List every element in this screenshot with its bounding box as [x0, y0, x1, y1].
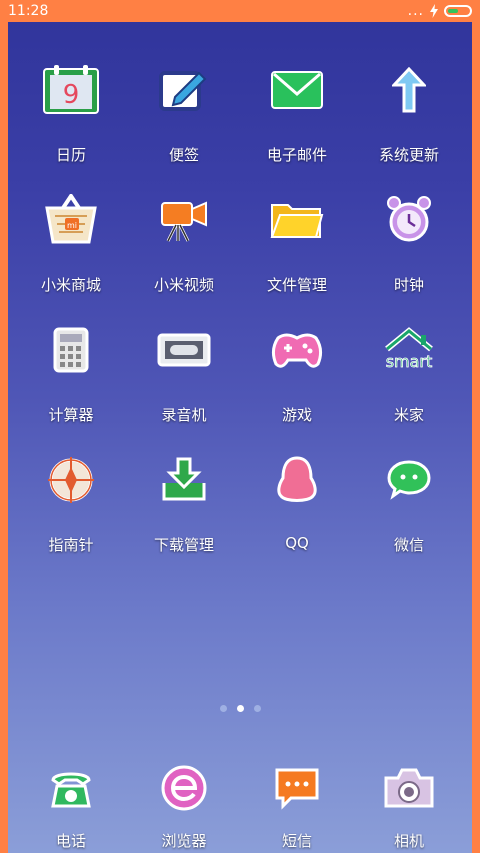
calendar-icon: 9 [39, 58, 103, 122]
app-label: 小米商城 [40, 276, 101, 294]
app-browser[interactable]: 浏览器 [129, 756, 239, 853]
status-bar: 11:28 ... [0, 0, 480, 22]
app-wechat[interactable]: 微信 [354, 448, 464, 568]
app-notes[interactable]: 便签 [129, 58, 239, 178]
app-label: 便签 [168, 146, 199, 164]
status-icons: ... [408, 3, 472, 19]
app-file-manager[interactable]: 文件管理 [242, 188, 352, 308]
battery-fill [448, 9, 458, 13]
calendar-day-number: 9 [63, 80, 80, 110]
notes-icon [152, 58, 216, 122]
page-dot[interactable] [253, 705, 261, 712]
app-clock[interactable]: 时钟 [354, 188, 464, 308]
app-calculator[interactable]: 计算器 [16, 318, 126, 438]
app-label: 电子邮件 [266, 146, 327, 164]
folder-icon [265, 188, 329, 252]
gamepad-icon [265, 318, 329, 382]
app-label: 下载管理 [153, 536, 214, 554]
app-label: 小米视频 [153, 276, 214, 294]
recorder-icon [152, 318, 216, 382]
app-label: 电话 [55, 832, 86, 850]
mail-icon [265, 58, 329, 122]
update-arrow-icon [377, 58, 441, 122]
status-time: 11:28 [8, 3, 49, 19]
app-label: 计算器 [48, 406, 94, 424]
app-label: 相机 [393, 832, 424, 850]
home-screen: 9 日历 便签 电子邮件 系统更新 mi 小米商城 小米视频 文件管理 时钟 计… [8, 22, 472, 853]
signal-dots-icon: ... [407, 3, 424, 19]
message-icon [265, 756, 329, 820]
app-mi-home[interactable]: smart 米家 [354, 318, 464, 438]
browser-icon [152, 756, 216, 820]
app-label: 系统更新 [378, 146, 439, 164]
app-grid: 9 日历 便签 电子邮件 系统更新 mi 小米商城 小米视频 文件管理 时钟 计… [8, 22, 472, 682]
page-dot[interactable] [219, 705, 227, 712]
alarm-clock-icon [377, 188, 441, 252]
smart-home-icon: smart [377, 318, 441, 382]
download-icon [152, 448, 216, 512]
page-indicator[interactable] [8, 705, 472, 717]
app-mi-store[interactable]: mi 小米商城 [16, 188, 126, 308]
page-dot-active[interactable] [236, 705, 244, 712]
app-games[interactable]: 游戏 [242, 318, 352, 438]
app-messages[interactable]: 短信 [242, 756, 352, 853]
app-phone[interactable]: 电话 [16, 756, 126, 853]
app-label: 微信 [393, 536, 424, 554]
app-label: 录音机 [161, 406, 207, 424]
wechat-icon [377, 448, 441, 512]
app-label: 浏览器 [161, 832, 207, 850]
battery-icon [444, 5, 472, 17]
app-system-update[interactable]: 系统更新 [354, 58, 464, 178]
app-label: 短信 [281, 832, 312, 850]
app-recorder[interactable]: 录音机 [129, 318, 239, 438]
shopping-basket-icon: mi [39, 188, 103, 252]
video-camera-icon [152, 188, 216, 252]
app-mi-video[interactable]: 小米视频 [129, 188, 239, 308]
charging-icon [430, 4, 438, 18]
app-label: 米家 [393, 406, 424, 424]
calculator-icon [39, 318, 103, 382]
app-label: 时钟 [393, 276, 424, 294]
app-email[interactable]: 电子邮件 [242, 58, 352, 178]
mi-badge-text: mi [67, 221, 77, 230]
camera-icon [377, 756, 441, 820]
app-calendar[interactable]: 9 日历 [16, 58, 126, 178]
app-camera[interactable]: 相机 [354, 756, 464, 853]
app-label: 日历 [55, 146, 86, 164]
dock: 电话 浏览器 短信 相机 [8, 756, 472, 853]
app-label: QQ [285, 534, 309, 552]
app-label: 文件管理 [266, 276, 327, 294]
app-label: 游戏 [281, 406, 312, 424]
app-compass[interactable]: 指南针 [16, 448, 126, 568]
qq-penguin-icon [265, 448, 329, 512]
compass-icon [39, 448, 103, 512]
app-download-manager[interactable]: 下载管理 [129, 448, 239, 568]
app-qq[interactable]: QQ [242, 448, 352, 568]
app-label: 指南针 [48, 536, 94, 554]
phone-icon [39, 756, 103, 820]
smart-badge-text: smart [386, 352, 433, 371]
